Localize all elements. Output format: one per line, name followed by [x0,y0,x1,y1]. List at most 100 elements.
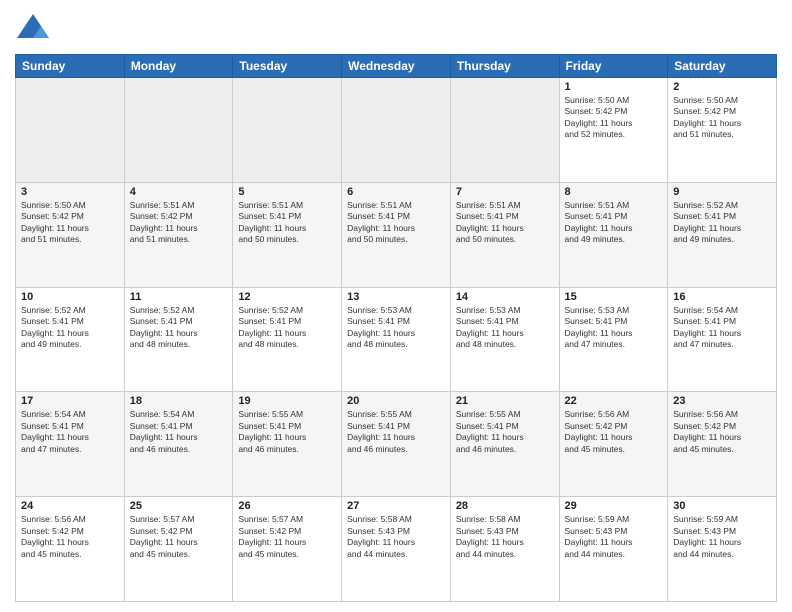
day-number: 17 [21,395,119,407]
calendar-cell: 8 Sunrise: 5:51 AM Sunset: 5:41 PM Daylig… [559,182,668,287]
weekday-header-saturday: Saturday [668,55,777,78]
day-info: Sunrise: 5:57 AM Sunset: 5:42 PM Dayligh… [238,514,336,560]
day-info: Sunrise: 5:50 AM Sunset: 5:42 PM Dayligh… [565,95,663,141]
calendar-cell: 10Sunrise: 5:52 AM Sunset: 5:41 PM Dayli… [16,287,125,392]
calendar-cell: 28Sunrise: 5:58 AM Sunset: 5:43 PM Dayli… [450,497,559,602]
calendar-cell [16,78,125,183]
calendar-cell [450,78,559,183]
day-number: 13 [347,291,445,303]
day-info: Sunrise: 5:50 AM Sunset: 5:42 PM Dayligh… [21,200,119,246]
calendar-cell: 22Sunrise: 5:56 AM Sunset: 5:42 PM Dayli… [559,392,668,497]
day-number: 9 [673,186,771,198]
day-info: Sunrise: 5:51 AM Sunset: 5:41 PM Dayligh… [456,200,554,246]
weekday-header-friday: Friday [559,55,668,78]
calendar-cell: 3 Sunrise: 5:50 AM Sunset: 5:42 PM Daylig… [16,182,125,287]
day-info: Sunrise: 5:53 AM Sunset: 5:41 PM Dayligh… [565,305,663,351]
calendar-cell: 27 Sunrise: 5:58 AM Sunset: 5:43 PM Dayli… [342,497,451,602]
weekday-header-monday: Monday [124,55,233,78]
day-info: Sunrise: 5:59 AM Sunset: 5:43 PM Dayligh… [565,514,663,560]
calendar-cell: 23Sunrise: 5:56 AM Sunset: 5:42 PM Dayli… [668,392,777,497]
day-number: 27 [347,500,445,512]
calendar-cell: 17Sunrise: 5:54 AM Sunset: 5:41 PM Dayli… [16,392,125,497]
day-info: Sunrise: 5:58 AM Sunset: 5:43 PM Dayligh… [347,514,445,560]
day-info: Sunrise: 5:51 AM Sunset: 5:41 PM Dayligh… [238,200,336,246]
calendar-cell: 4 Sunrise: 5:51 AM Sunset: 5:42 PM Daylig… [124,182,233,287]
calendar-cell [233,78,342,183]
day-number: 30 [673,500,771,512]
day-number: 20 [347,395,445,407]
calendar-body: 1 Sunrise: 5:50 AM Sunset: 5:42 PM Daylig… [16,78,777,602]
day-info: Sunrise: 5:54 AM Sunset: 5:41 PM Dayligh… [130,409,228,455]
day-info: Sunrise: 5:52 AM Sunset: 5:41 PM Dayligh… [673,200,771,246]
calendar-cell: 9 Sunrise: 5:52 AM Sunset: 5:41 PM Daylig… [668,182,777,287]
day-info: Sunrise: 5:56 AM Sunset: 5:42 PM Dayligh… [565,409,663,455]
calendar-week-4: 24Sunrise: 5:56 AM Sunset: 5:42 PM Dayli… [16,497,777,602]
calendar-cell: 11 Sunrise: 5:52 AM Sunset: 5:41 PM Dayli… [124,287,233,392]
day-info: Sunrise: 5:55 AM Sunset: 5:41 PM Dayligh… [456,409,554,455]
day-number: 5 [238,186,336,198]
day-info: Sunrise: 5:57 AM Sunset: 5:42 PM Dayligh… [130,514,228,560]
day-number: 18 [130,395,228,407]
day-number: 11 [130,291,228,303]
calendar-cell: 20 Sunrise: 5:55 AM Sunset: 5:41 PM Dayli… [342,392,451,497]
calendar-cell: 6Sunrise: 5:51 AM Sunset: 5:41 PM Daylig… [342,182,451,287]
calendar-week-3: 17 Sunrise: 5:54 AM Sunset: 5:41 PM Dayli… [16,392,777,497]
calendar-cell: 25Sunrise: 5:57 AM Sunset: 5:42 PM Dayli… [124,497,233,602]
calendar-header: SundayMondayTuesdayWednesdayThursdayFrid… [16,55,777,78]
calendar-cell: 14Sunrise: 5:53 AM Sunset: 5:41 PM Dayli… [450,287,559,392]
weekday-header-wednesday: Wednesday [342,55,451,78]
logo [15,10,55,46]
logo-icon [15,10,51,46]
weekday-header-row: SundayMondayTuesdayWednesdayThursdayFrid… [16,55,777,78]
calendar-cell: 26 Sunrise: 5:57 AM Sunset: 5:42 PM Dayli… [233,497,342,602]
calendar-week-2: 10Sunrise: 5:52 AM Sunset: 5:41 PM Dayli… [16,287,777,392]
day-number: 8 [565,186,663,198]
page: SundayMondayTuesdayWednesdayThursdayFrid… [0,0,792,612]
calendar-table: SundayMondayTuesdayWednesdayThursdayFrid… [15,54,777,602]
day-number: 21 [456,395,554,407]
calendar-cell: 1 Sunrise: 5:50 AM Sunset: 5:42 PM Daylig… [559,78,668,183]
calendar-cell: 18 Sunrise: 5:54 AM Sunset: 5:41 PM Dayli… [124,392,233,497]
calendar-cell: 19Sunrise: 5:55 AM Sunset: 5:41 PM Dayli… [233,392,342,497]
day-number: 29 [565,500,663,512]
calendar-cell: 13 Sunrise: 5:53 AM Sunset: 5:41 PM Dayli… [342,287,451,392]
header [15,10,777,46]
day-number: 4 [130,186,228,198]
day-info: Sunrise: 5:54 AM Sunset: 5:41 PM Dayligh… [673,305,771,351]
day-info: Sunrise: 5:55 AM Sunset: 5:41 PM Dayligh… [347,409,445,455]
day-number: 2 [673,81,771,93]
day-number: 28 [456,500,554,512]
calendar-cell: 15 Sunrise: 5:53 AM Sunset: 5:41 PM Dayli… [559,287,668,392]
day-info: Sunrise: 5:53 AM Sunset: 5:41 PM Dayligh… [347,305,445,351]
calendar-cell: 5 Sunrise: 5:51 AM Sunset: 5:41 PM Daylig… [233,182,342,287]
day-info: Sunrise: 5:51 AM Sunset: 5:41 PM Dayligh… [565,200,663,246]
calendar-cell: 24Sunrise: 5:56 AM Sunset: 5:42 PM Dayli… [16,497,125,602]
calendar-cell: 21 Sunrise: 5:55 AM Sunset: 5:41 PM Dayli… [450,392,559,497]
day-info: Sunrise: 5:53 AM Sunset: 5:41 PM Dayligh… [456,305,554,351]
day-number: 19 [238,395,336,407]
day-info: Sunrise: 5:56 AM Sunset: 5:42 PM Dayligh… [673,409,771,455]
day-info: Sunrise: 5:52 AM Sunset: 5:41 PM Dayligh… [130,305,228,351]
calendar-cell: 29 Sunrise: 5:59 AM Sunset: 5:43 PM Dayli… [559,497,668,602]
weekday-header-sunday: Sunday [16,55,125,78]
day-number: 26 [238,500,336,512]
day-number: 7 [456,186,554,198]
day-info: Sunrise: 5:56 AM Sunset: 5:42 PM Dayligh… [21,514,119,560]
weekday-header-thursday: Thursday [450,55,559,78]
calendar-cell: 16 Sunrise: 5:54 AM Sunset: 5:41 PM Dayli… [668,287,777,392]
day-number: 16 [673,291,771,303]
day-info: Sunrise: 5:51 AM Sunset: 5:41 PM Dayligh… [347,200,445,246]
day-info: Sunrise: 5:50 AM Sunset: 5:42 PM Dayligh… [673,95,771,141]
calendar-cell [124,78,233,183]
calendar-week-1: 3 Sunrise: 5:50 AM Sunset: 5:42 PM Daylig… [16,182,777,287]
weekday-header-tuesday: Tuesday [233,55,342,78]
calendar-cell: 12Sunrise: 5:52 AM Sunset: 5:41 PM Dayli… [233,287,342,392]
calendar-cell: 2 Sunrise: 5:50 AM Sunset: 5:42 PM Daylig… [668,78,777,183]
day-number: 1 [565,81,663,93]
day-number: 15 [565,291,663,303]
day-number: 3 [21,186,119,198]
day-info: Sunrise: 5:51 AM Sunset: 5:42 PM Dayligh… [130,200,228,246]
day-number: 12 [238,291,336,303]
calendar-week-0: 1 Sunrise: 5:50 AM Sunset: 5:42 PM Daylig… [16,78,777,183]
calendar-cell: 30Sunrise: 5:59 AM Sunset: 5:43 PM Dayli… [668,497,777,602]
